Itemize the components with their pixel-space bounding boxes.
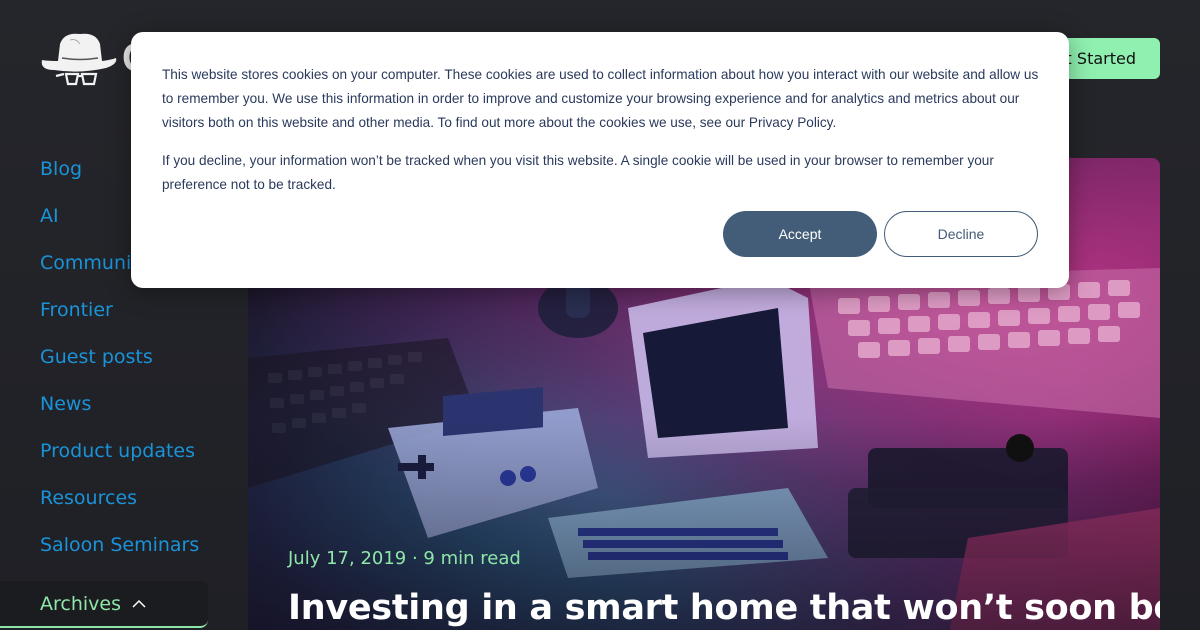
page: Gruntwork Get Started Blog AI Community … [0,0,1200,630]
sidebar-item-archives[interactable]: Archives [0,581,208,628]
accept-cookies-button[interactable]: Accept [723,211,877,257]
sidebar-item-guest-posts[interactable]: Guest posts [0,346,210,393]
cookie-decline-note: If you decline, your information won’t b… [162,153,994,192]
chevron-up-icon [132,599,146,608]
sidebar-item-news[interactable]: News [0,393,210,440]
cookie-actions: Accept Decline [723,211,1038,257]
sidebar-item-frontier[interactable]: Frontier [0,299,210,346]
sidebar-item-saloon-seminars[interactable]: Saloon Seminars [0,534,210,581]
cookie-consent-banner: This website stores cookies on your comp… [131,32,1069,288]
decline-cookies-button[interactable]: Decline [884,211,1038,257]
sidebar-item-resources[interactable]: Resources [0,487,210,534]
cowboy-hat-glasses-icon[interactable] [40,30,120,88]
sidebar-item-product-updates[interactable]: Product updates [0,440,210,487]
post-meta: July 17, 2019 · 9 min read [288,548,521,569]
cookie-message: This website stores cookies on your comp… [162,67,1039,130]
post-title[interactable]: Investing in a smart home that won’t soo… [288,588,1160,628]
archives-label: Archives [40,592,121,615]
